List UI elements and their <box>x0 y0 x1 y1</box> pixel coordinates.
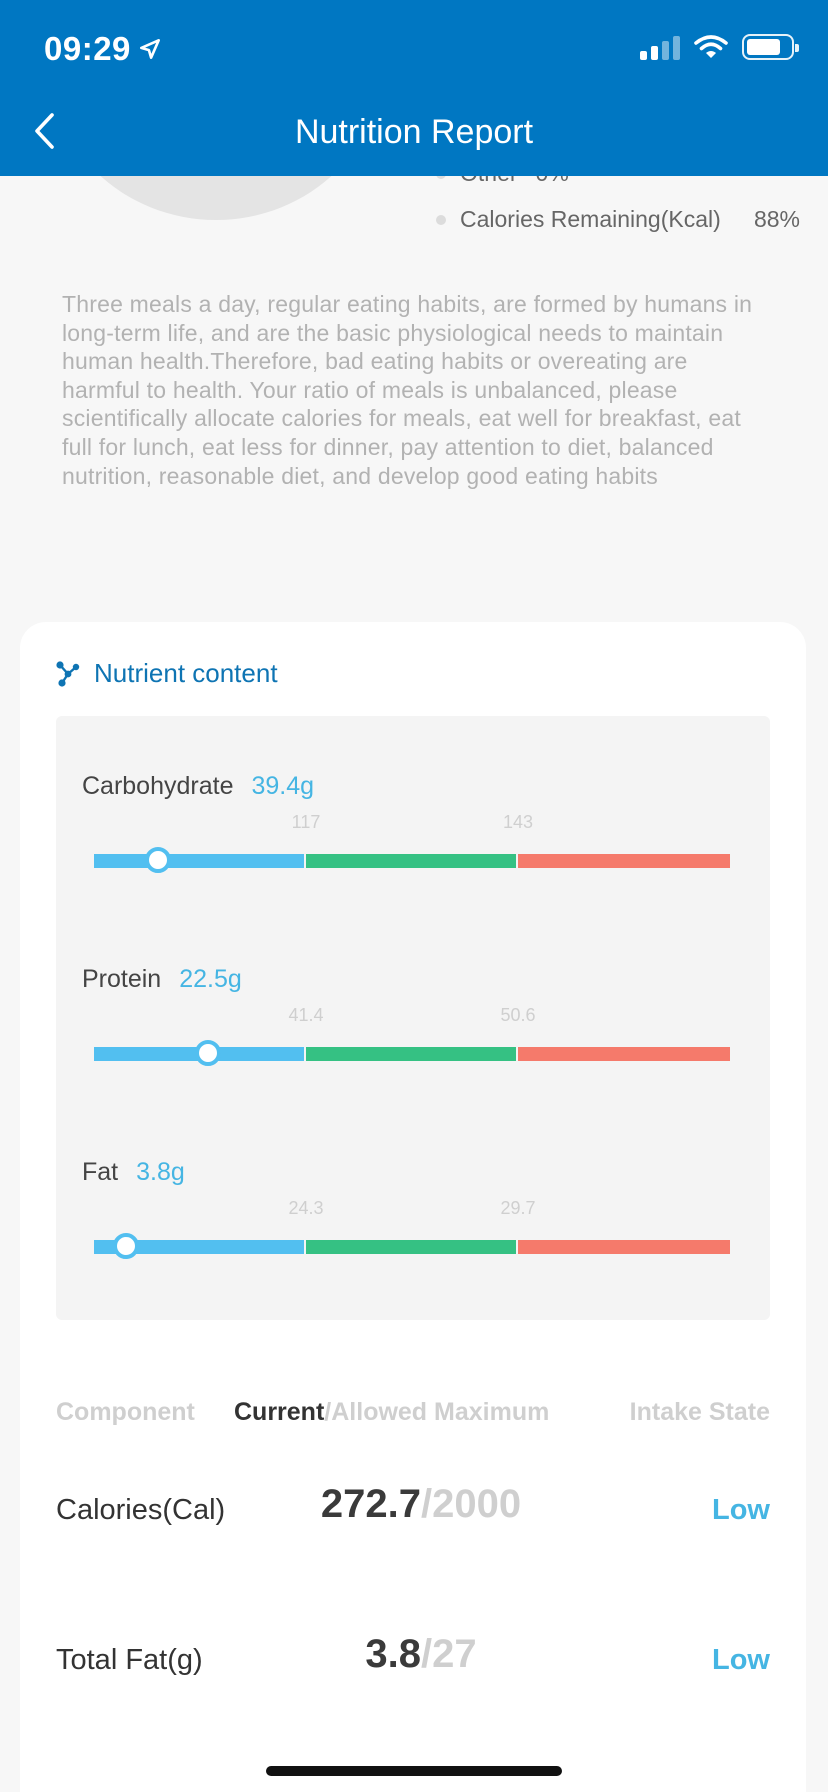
intake-scale <box>94 847 730 873</box>
nutrient-name: Fat <box>82 1158 119 1186</box>
row-values: 3.8/27 <box>256 1632 586 1677</box>
low-threshold-label: 24.3 <box>288 1198 324 1218</box>
cellular-signal-icon <box>640 34 680 60</box>
location-arrow-icon <box>139 39 160 59</box>
scale-low-segment <box>94 854 304 868</box>
nutrient-amount: 39.4g <box>251 772 315 800</box>
nutrient-name: Protein <box>82 965 162 993</box>
table-row-calories: Calories(Cal) 272.7/2000 Low <box>56 1482 770 1542</box>
nutrient-scales: Carbohydrate 39.4g 117 143 Protein 22.5g 4… <box>56 716 770 1320</box>
column-header-allowed: /Allowed Maximum <box>324 1398 550 1426</box>
scale-normal-segment <box>306 1047 516 1061</box>
wifi-icon <box>694 35 728 58</box>
column-header-intake-state: Intake State <box>629 1398 770 1426</box>
row-current-value: 3.8 <box>365 1632 421 1676</box>
table-row-total-fat: Total Fat(g) 3.8/27 Low <box>56 1632 770 1692</box>
home-indicator[interactable] <box>266 1766 562 1776</box>
intake-level-knob[interactable] <box>144 847 171 873</box>
row-max-value: /27 <box>421 1632 477 1676</box>
row-label: Total Fat(g) <box>56 1644 203 1676</box>
legend-item-calories-remaining: Calories Remaining(Kcal) 88% <box>436 206 800 233</box>
nutrient-name-row: Fat 3.8g <box>82 1158 185 1187</box>
nutrient-protein: Protein 22.5g 41.4 50.6 <box>56 965 770 1115</box>
advice-text: Three meals a day, regular eating habits… <box>62 291 753 489</box>
low-threshold-label: 117 <box>291 812 321 832</box>
legend-label: Calories Remaining(Kcal) <box>460 206 721 232</box>
scale-high-segment <box>518 1047 730 1061</box>
nutrient-fat: Fat 3.8g 24.3 29.7 <box>56 1158 770 1308</box>
intake-level-knob[interactable] <box>112 1233 139 1259</box>
nutrient-carbohydrate: Carbohydrate 39.4g 117 143 <box>56 772 770 922</box>
row-current-value: 272.7 <box>320 1482 421 1526</box>
row-max-value: /2000 <box>421 1482 522 1526</box>
nutrient-amount: 22.5g <box>179 965 242 993</box>
status-time: 09:29 <box>44 30 163 68</box>
column-header-current-allowed: Current/Allowed Maximum <box>234 1398 549 1427</box>
scale-normal-segment <box>306 854 516 868</box>
molecule-icon <box>56 660 80 687</box>
legend-dot <box>436 214 446 225</box>
card-header: Nutrient content <box>56 658 278 689</box>
nutrient-amount: 3.8g <box>136 1158 185 1186</box>
low-threshold-label: 41.4 <box>288 1005 324 1025</box>
card-title: Nutrient content <box>94 658 278 688</box>
column-header-current: Current <box>234 1398 325 1426</box>
row-intake-state: Low <box>712 1644 770 1676</box>
intake-scale <box>94 1233 730 1259</box>
nutrient-card: Nutrient content Carbohydrate 39.4g 117 1… <box>20 622 806 1792</box>
high-threshold-label: 50.6 <box>500 1005 536 1025</box>
legend-value: 88% <box>753 206 800 232</box>
row-label: Calories(Cal) <box>56 1494 226 1526</box>
scale-normal-segment <box>306 1240 516 1254</box>
nutrient-name-row: Carbohydrate 39.4g <box>82 772 314 801</box>
status-indicators <box>640 34 799 60</box>
status-time-label: 09:29 <box>44 30 131 67</box>
column-header-component: Component <box>56 1398 195 1426</box>
row-intake-state: Low <box>712 1494 770 1526</box>
nutrient-name-row: Protein 22.5g <box>82 965 242 994</box>
battery-icon <box>742 34 799 60</box>
scale-high-segment <box>518 1240 730 1254</box>
high-threshold-label: 143 <box>502 812 534 832</box>
intake-scale <box>94 1040 730 1066</box>
intake-level-knob[interactable] <box>195 1040 222 1066</box>
row-values: 272.7/2000 <box>256 1482 586 1527</box>
nutrient-name: Carbohydrate <box>82 772 234 800</box>
app-header: 09:29 Nutrition Report <box>0 0 828 176</box>
high-threshold-label: 29.7 <box>500 1198 536 1218</box>
table-header: Component Current/Allowed Maximum Intake… <box>56 1398 770 1434</box>
scale-high-segment <box>518 854 730 868</box>
page-title: Nutrition Report <box>294 113 534 151</box>
